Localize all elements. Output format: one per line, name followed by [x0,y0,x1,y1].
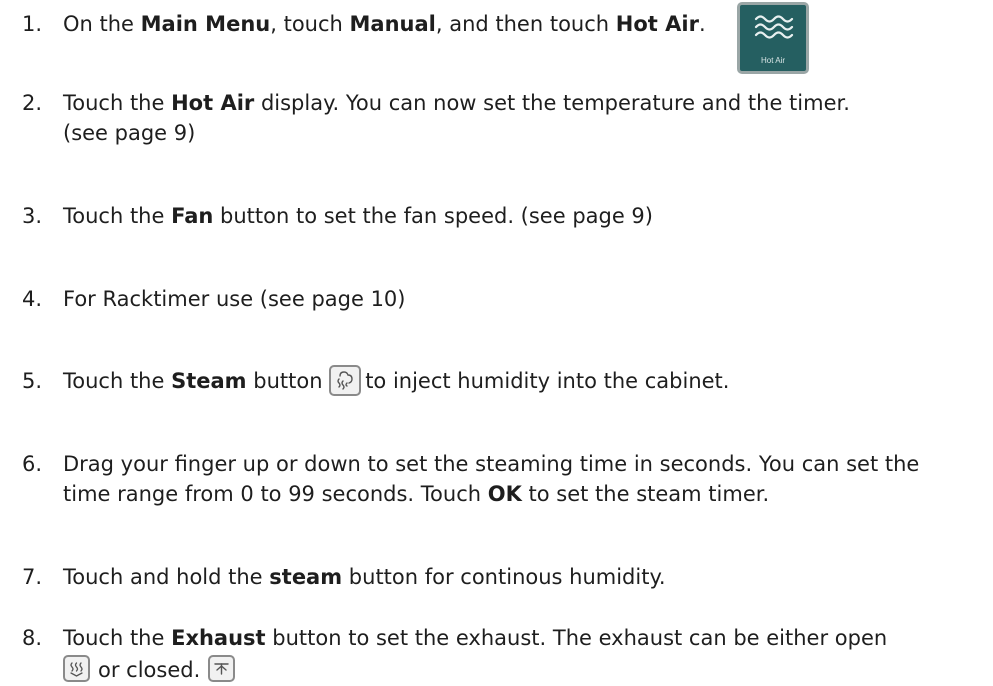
bold-term: OK [487,482,522,506]
bold-term: Steam [171,369,247,393]
step-number: 4. [22,287,43,311]
bold-term: Main Menu [140,12,271,36]
step-text: Touch the Exhaust button to set the exha… [63,626,888,682]
step-number: 5. [22,369,43,393]
hot-air-caption: Hot Air [760,56,785,65]
bold-term: steam [269,565,343,589]
step-number: 2. [22,91,43,115]
step-number: 6. [22,452,43,476]
step-text: Touch the Hot Air display. You can now s… [63,91,850,145]
bold-term: Hot Air [615,12,699,36]
step-text: On the Main Menu, touch Manual, and then… [63,12,706,36]
bold-term: Manual [349,12,436,36]
step-text: For Racktimer use (see page 10) [63,287,406,311]
step-number: 3. [22,204,43,228]
bold-term: Hot Air [171,91,255,115]
step-text: Drag your finger up or down to set the s… [63,452,920,506]
step-text: Touch and hold the steam button for cont… [63,565,666,589]
bold-term: Fan [171,204,214,228]
hot-air-icon: Hot Air [737,2,809,74]
wave-lines [754,15,794,39]
exhaust-open-icon [63,655,90,682]
step-number: 7. [22,565,43,589]
step-number: 8. [22,626,43,650]
bold-term: Exhaust [171,626,266,650]
step-number: 1. [22,12,43,36]
steam-icon [329,364,362,396]
step-text: Touch the Fan button to set the fan spee… [63,204,653,228]
step-text: Touch the Steam button to inject humidit… [63,364,983,396]
exhaust-closed-icon [208,655,236,682]
